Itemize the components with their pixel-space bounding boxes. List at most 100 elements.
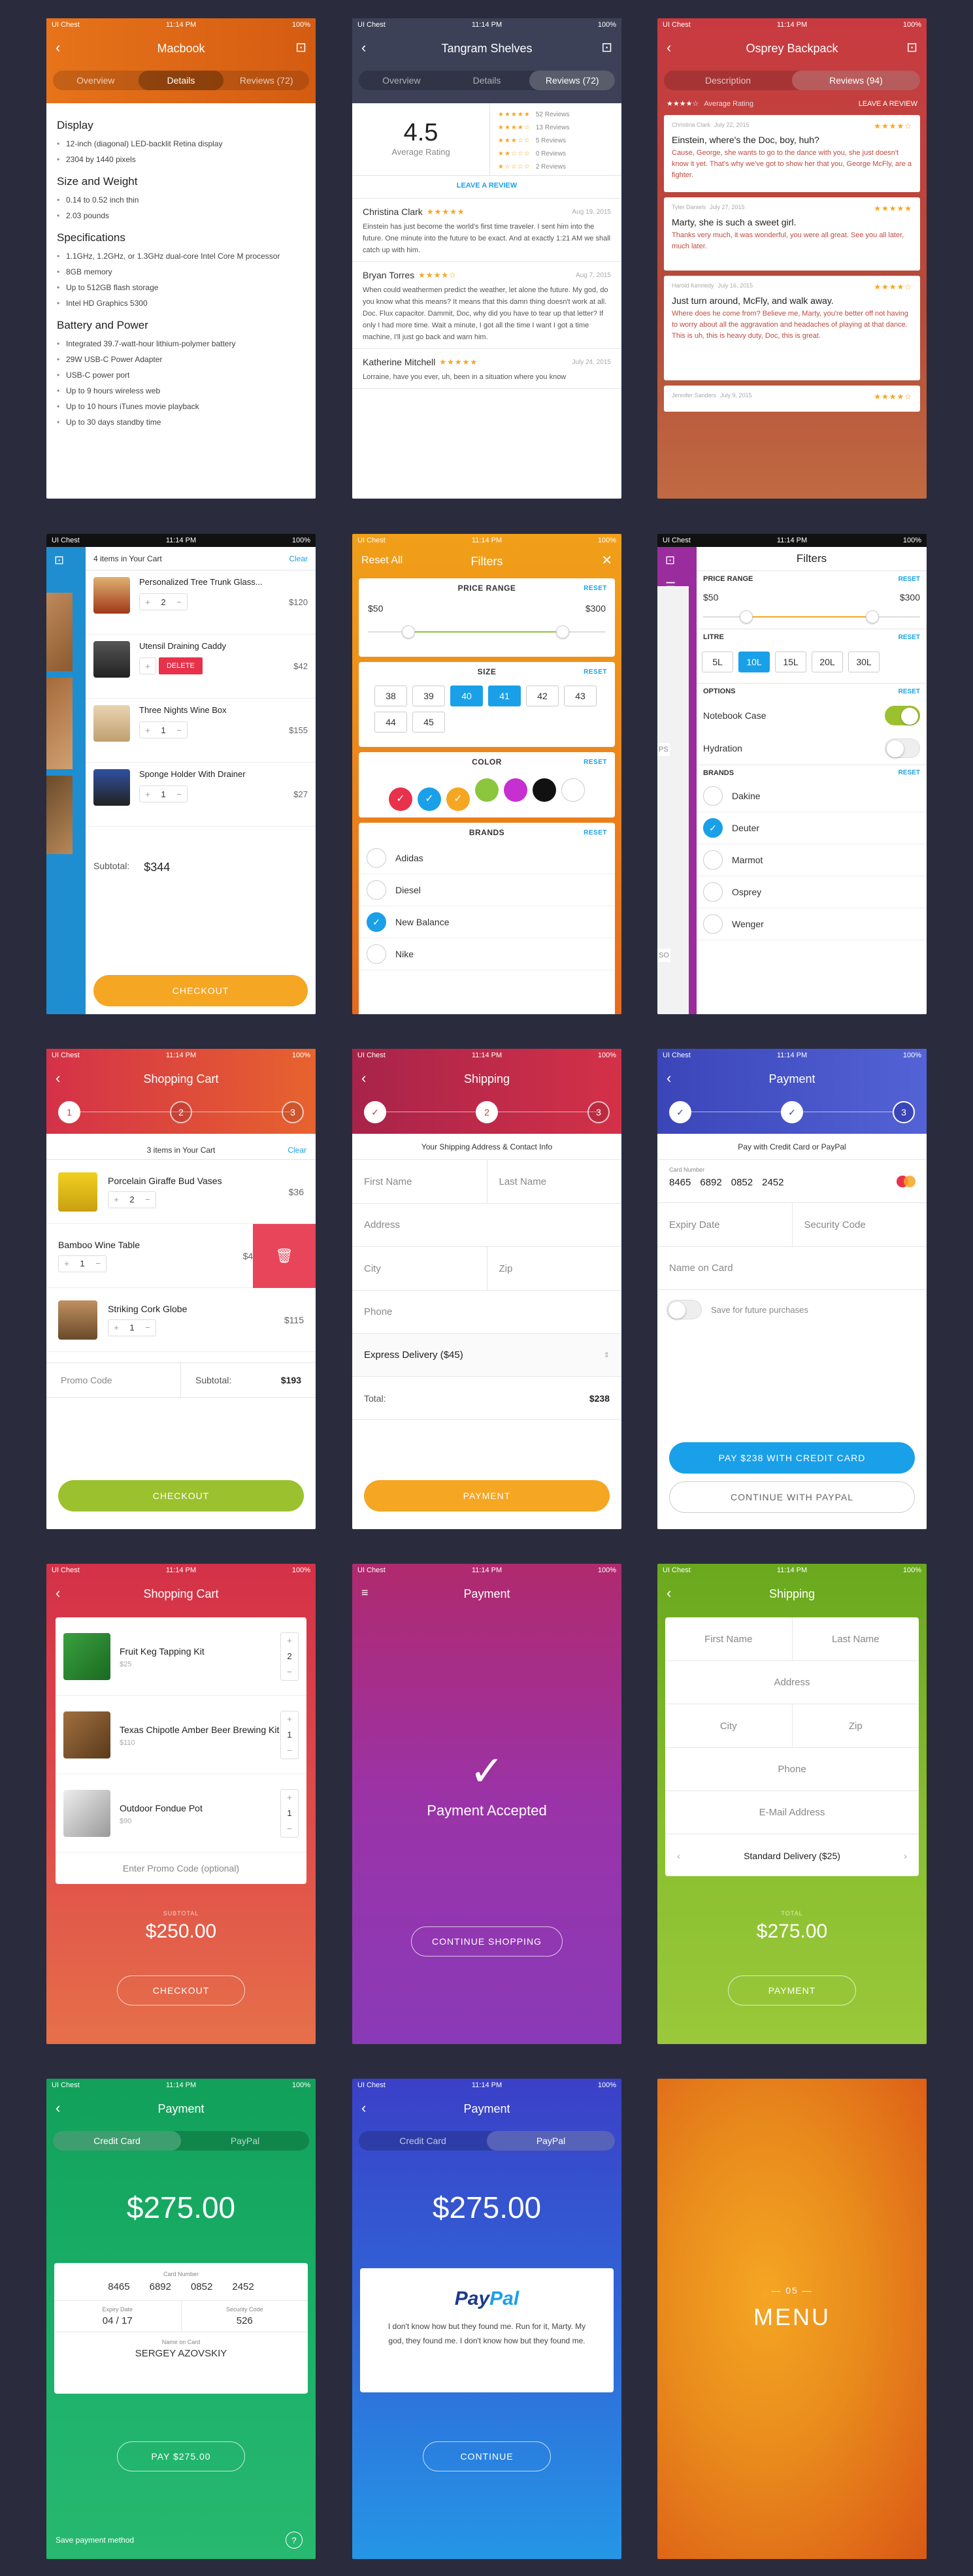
cart-item[interactable]: Fruit Keg Tapping Kit $25 +2 −: [56, 1617, 306, 1696]
decrement-button[interactable]: −: [281, 1664, 298, 1680]
checkbox[interactable]: [367, 848, 386, 868]
quantity-stepper[interactable]: +1−: [139, 785, 188, 802]
delivery-select[interactable]: ‹ Standard Delivery ($25) ›: [665, 1834, 919, 1876]
decrement-button[interactable]: −: [171, 789, 187, 799]
back-icon[interactable]: ‹: [56, 2100, 60, 2117]
reset-price[interactable]: RESET: [899, 576, 920, 583]
reset-all-button[interactable]: Reset All: [361, 555, 403, 567]
quantity-stepper[interactable]: +1−: [280, 1710, 299, 1759]
bag-icon[interactable]: ⊡: [657, 547, 689, 574]
increment-button[interactable]: +: [281, 1790, 298, 1806]
increment-button[interactable]: +: [108, 1195, 124, 1204]
quantity-stepper[interactable]: +1−: [139, 721, 188, 738]
brand-option[interactable]: Adidas: [359, 842, 615, 874]
price-slider[interactable]: [368, 625, 606, 638]
name-on-card-field[interactable]: Name on Card: [657, 1247, 927, 1290]
litre-option[interactable]: 20L: [812, 652, 843, 672]
decrement-button[interactable]: −: [281, 1821, 298, 1837]
tab-reviews[interactable]: Reviews (94): [792, 71, 920, 90]
quantity-stepper[interactable]: +: [139, 657, 156, 674]
continue-shopping-button[interactable]: CONTINUE SHOPPING: [411, 1926, 563, 1957]
color-swatch[interactable]: [475, 778, 499, 802]
size-option[interactable]: 45: [412, 712, 445, 733]
tab-paypal[interactable]: PayPal: [181, 2131, 309, 2151]
reset-brands[interactable]: RESET: [899, 769, 920, 776]
increment-button[interactable]: +: [59, 1259, 74, 1268]
phone-field[interactable]: Phone: [352, 1291, 621, 1334]
continue-button[interactable]: CONTINUE: [423, 2441, 551, 2471]
quantity-stepper[interactable]: +1−: [280, 1789, 299, 1838]
color-swatch[interactable]: [561, 778, 585, 802]
back-icon[interactable]: ‹: [56, 1585, 60, 1602]
increment-button[interactable]: +: [281, 1633, 298, 1649]
color-swatch[interactable]: [533, 778, 556, 802]
price-slider[interactable]: [703, 610, 920, 623]
reset-litre[interactable]: RESET: [899, 634, 920, 641]
color-swatch[interactable]: [504, 778, 527, 802]
bag-icon[interactable]: ⊡: [295, 39, 306, 56]
cart-item[interactable]: Sponge Holder With Drainer +1− $27: [86, 763, 316, 827]
quantity-stepper[interactable]: +1−: [58, 1255, 107, 1272]
brand-option[interactable]: Marmot: [697, 844, 927, 876]
reset-brands[interactable]: RESET: [584, 829, 607, 836]
promo-code-field[interactable]: Enter Promo Code (optional): [56, 1853, 306, 1884]
payment-button[interactable]: PAYMENT: [364, 1480, 610, 1511]
increment-button[interactable]: +: [140, 725, 156, 735]
expiry-field[interactable]: Expiry Date 04 / 17: [54, 2301, 182, 2332]
quantity-stepper[interactable]: +2 −: [280, 1632, 299, 1681]
size-option[interactable]: 44: [374, 712, 407, 733]
delete-button[interactable]: DELETE: [159, 657, 203, 674]
clear-button[interactable]: Clear: [288, 1146, 306, 1155]
size-option[interactable]: 40: [450, 685, 483, 706]
size-option[interactable]: 43: [564, 685, 597, 706]
close-icon[interactable]: ✕: [601, 552, 612, 569]
zip-field[interactable]: Zip: [791, 1704, 919, 1747]
bag-icon[interactable]: ⊡: [46, 547, 78, 574]
menu-icon[interactable]: ≡: [361, 1586, 369, 1600]
security-code-field[interactable]: Security Code: [791, 1203, 927, 1246]
litre-option[interactable]: 30L: [848, 652, 880, 672]
pay-button[interactable]: PAY $275.00: [117, 2441, 245, 2471]
chevron-right-icon[interactable]: ›: [904, 1851, 907, 1862]
tab-credit-card[interactable]: Credit Card: [359, 2131, 487, 2151]
tab-reviews[interactable]: Reviews (72): [223, 71, 309, 90]
cart-item[interactable]: Bamboo Wine Table +1− $42 🗑: [46, 1224, 316, 1288]
tab-details[interactable]: Details: [444, 71, 530, 90]
tab-paypal[interactable]: PayPal: [487, 2131, 615, 2151]
quantity-stepper[interactable]: +1−: [108, 1319, 156, 1336]
checkbox[interactable]: [367, 880, 386, 900]
cart-item[interactable]: Personalized Tree Trunk Glass... +2− $120: [86, 570, 316, 635]
checkout-button[interactable]: CHECKOUT: [93, 975, 308, 1006]
help-icon[interactable]: ?: [286, 2532, 303, 2549]
phone-field[interactable]: Phone: [665, 1748, 919, 1791]
zip-field[interactable]: Zip: [486, 1247, 622, 1290]
decrement-button[interactable]: −: [281, 1743, 298, 1759]
brand-option[interactable]: ✓ Deuter: [697, 812, 927, 844]
city-field[interactable]: City: [352, 1247, 487, 1290]
pay-credit-card-button[interactable]: PAY $238 WITH CREDIT CARD: [669, 1442, 915, 1474]
checkout-button[interactable]: CHECKOUT: [58, 1480, 304, 1511]
tab-description[interactable]: Description: [664, 71, 792, 90]
decrement-button[interactable]: −: [171, 725, 187, 735]
trash-icon[interactable]: 🗑: [253, 1224, 316, 1288]
paypal-button[interactable]: CONTINUE WITH PAYPAL: [669, 1481, 915, 1513]
tab-credit-card[interactable]: Credit Card: [53, 2131, 181, 2151]
checkbox[interactable]: [703, 850, 723, 870]
checkbox[interactable]: ✓: [703, 818, 723, 838]
size-option[interactable]: 41: [488, 685, 521, 706]
checkbox[interactable]: ✓: [367, 912, 386, 932]
cart-item[interactable]: Striking Cork Globe +1− $115: [46, 1288, 316, 1352]
reset-options[interactable]: RESET: [899, 688, 920, 695]
brand-option[interactable]: Diesel: [359, 874, 615, 906]
leave-review-link[interactable]: LEAVE A REVIEW: [352, 182, 621, 190]
checkbox[interactable]: [703, 914, 723, 934]
checkout-button[interactable]: CHECKOUT: [117, 1975, 245, 2006]
tab-overview[interactable]: Overview: [359, 71, 444, 90]
size-option[interactable]: 42: [526, 685, 559, 706]
brand-option[interactable]: Dakine: [697, 780, 927, 812]
bag-icon[interactable]: ⊡: [906, 39, 917, 56]
card-number-field[interactable]: 8465 6892 0852 2452: [54, 2281, 308, 2301]
promo-code-field[interactable]: Promo Code: [46, 1362, 181, 1398]
size-option[interactable]: 39: [412, 685, 445, 706]
expiry-field[interactable]: Expiry Date: [657, 1203, 792, 1246]
